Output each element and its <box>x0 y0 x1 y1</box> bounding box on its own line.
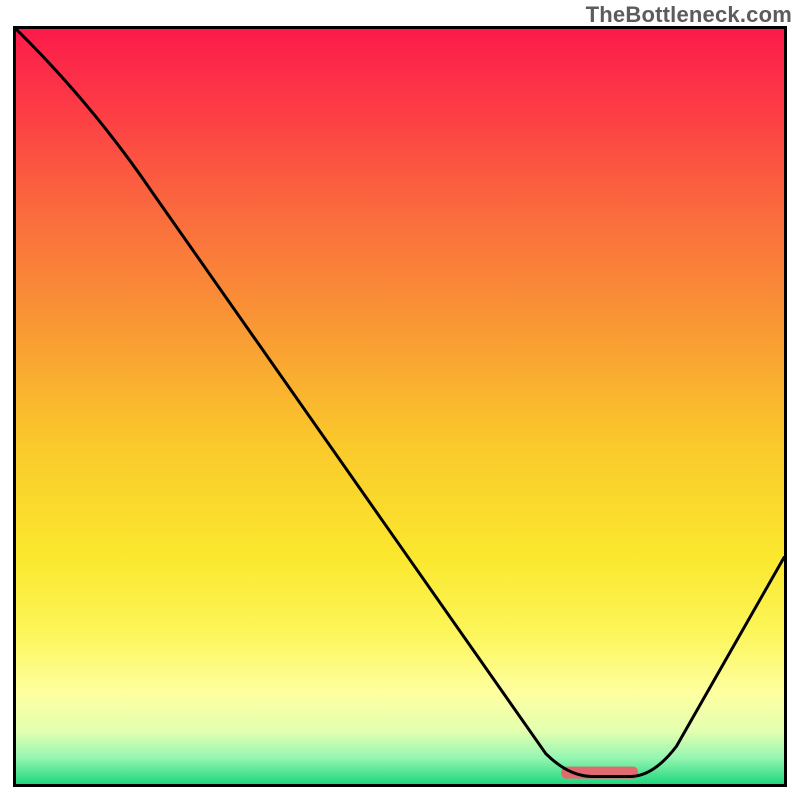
gradient-backdrop <box>16 29 784 784</box>
chart-frame: TheBottleneck.com <box>0 0 800 800</box>
watermark-text: TheBottleneck.com <box>586 2 792 28</box>
plot-area <box>13 26 787 787</box>
chart-svg <box>16 29 784 784</box>
